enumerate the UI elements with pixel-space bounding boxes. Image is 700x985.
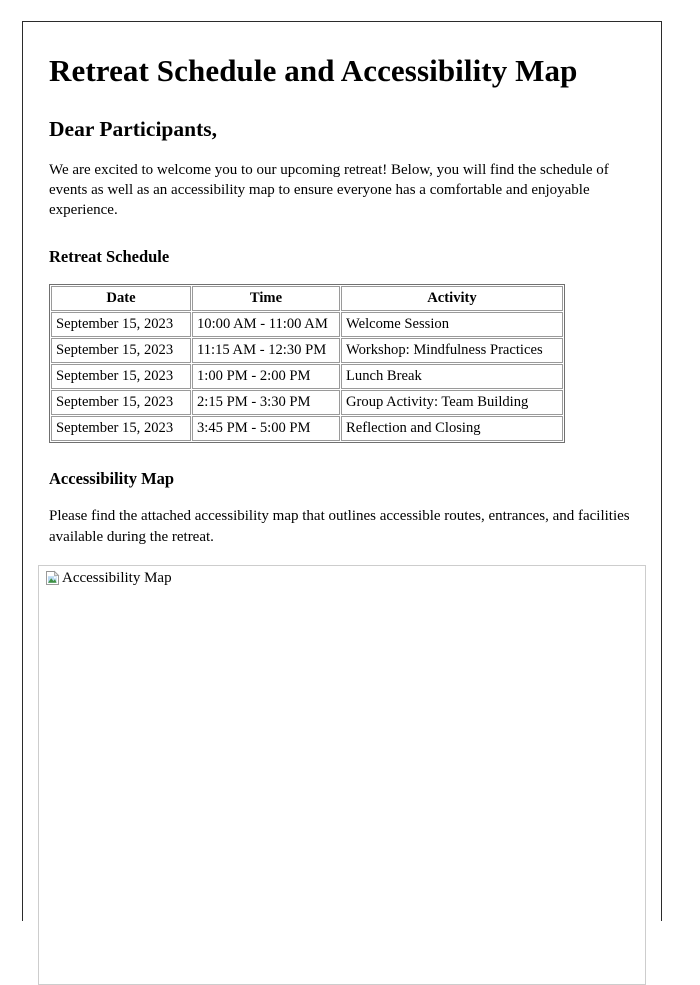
- broken-image-icon: [46, 570, 60, 585]
- cell-date: September 15, 2023: [51, 390, 191, 416]
- column-header-date: Date: [51, 285, 191, 311]
- table-header-row: Date Time Activity: [51, 285, 563, 311]
- accessibility-map-image-container: Accessibility Map: [38, 564, 646, 985]
- cell-activity: Lunch Break: [341, 364, 563, 390]
- document-body: Retreat Schedule and Accessibility Map D…: [23, 22, 661, 985]
- column-header-time: Time: [192, 285, 340, 311]
- cell-date: September 15, 2023: [51, 364, 191, 390]
- accessibility-map-heading: Accessibility Map: [49, 469, 175, 489]
- salutation-heading: Dear Participants,: [49, 117, 217, 142]
- cell-activity: Group Activity: Team Building: [341, 390, 563, 416]
- table-body: September 15, 2023 10:00 AM - 11:00 AM W…: [51, 311, 563, 442]
- accessibility-map-broken-image: Accessibility Map: [45, 570, 172, 586]
- accessibility-paragraph: Please find the attached accessibility m…: [49, 508, 630, 545]
- table-row: September 15, 2023 11:15 AM - 12:30 PM W…: [51, 337, 563, 363]
- table-row: September 15, 2023 1:00 PM - 2:00 PM Lun…: [51, 364, 563, 390]
- column-header-activity: Activity: [341, 285, 563, 311]
- cell-time: 11:15 AM - 12:30 PM: [192, 337, 340, 363]
- page-title: Retreat Schedule and Accessibility Map: [49, 53, 578, 88]
- intro-paragraph: We are excited to welcome you to our upc…: [49, 161, 609, 219]
- table-row: September 15, 2023 3:45 PM - 5:00 PM Ref…: [51, 416, 563, 442]
- cell-time: 2:15 PM - 3:30 PM: [192, 390, 340, 416]
- cell-activity: Reflection and Closing: [341, 416, 563, 442]
- cell-activity: Welcome Session: [341, 311, 563, 337]
- cell-date: September 15, 2023: [51, 311, 191, 337]
- table-header: Date Time Activity: [51, 285, 563, 311]
- table-row: September 15, 2023 10:00 AM - 11:00 AM W…: [51, 311, 563, 337]
- cell-activity: Workshop: Mindfulness Practices: [341, 337, 563, 363]
- cell-time: 3:45 PM - 5:00 PM: [192, 416, 340, 442]
- cell-time: 1:00 PM - 2:00 PM: [192, 364, 340, 390]
- table-row: September 15, 2023 2:15 PM - 3:30 PM Gro…: [51, 390, 563, 416]
- retreat-schedule-heading: Retreat Schedule: [49, 246, 170, 266]
- cell-date: September 15, 2023: [51, 337, 191, 363]
- cell-time: 10:00 AM - 11:00 AM: [192, 311, 340, 337]
- cell-date: September 15, 2023: [51, 416, 191, 442]
- retreat-schedule-table: Date Time Activity September 15, 2023 10…: [49, 283, 565, 444]
- document-page: Retreat Schedule and Accessibility Map D…: [22, 21, 662, 985]
- broken-image-alt-text: Accessibility Map: [62, 570, 172, 587]
